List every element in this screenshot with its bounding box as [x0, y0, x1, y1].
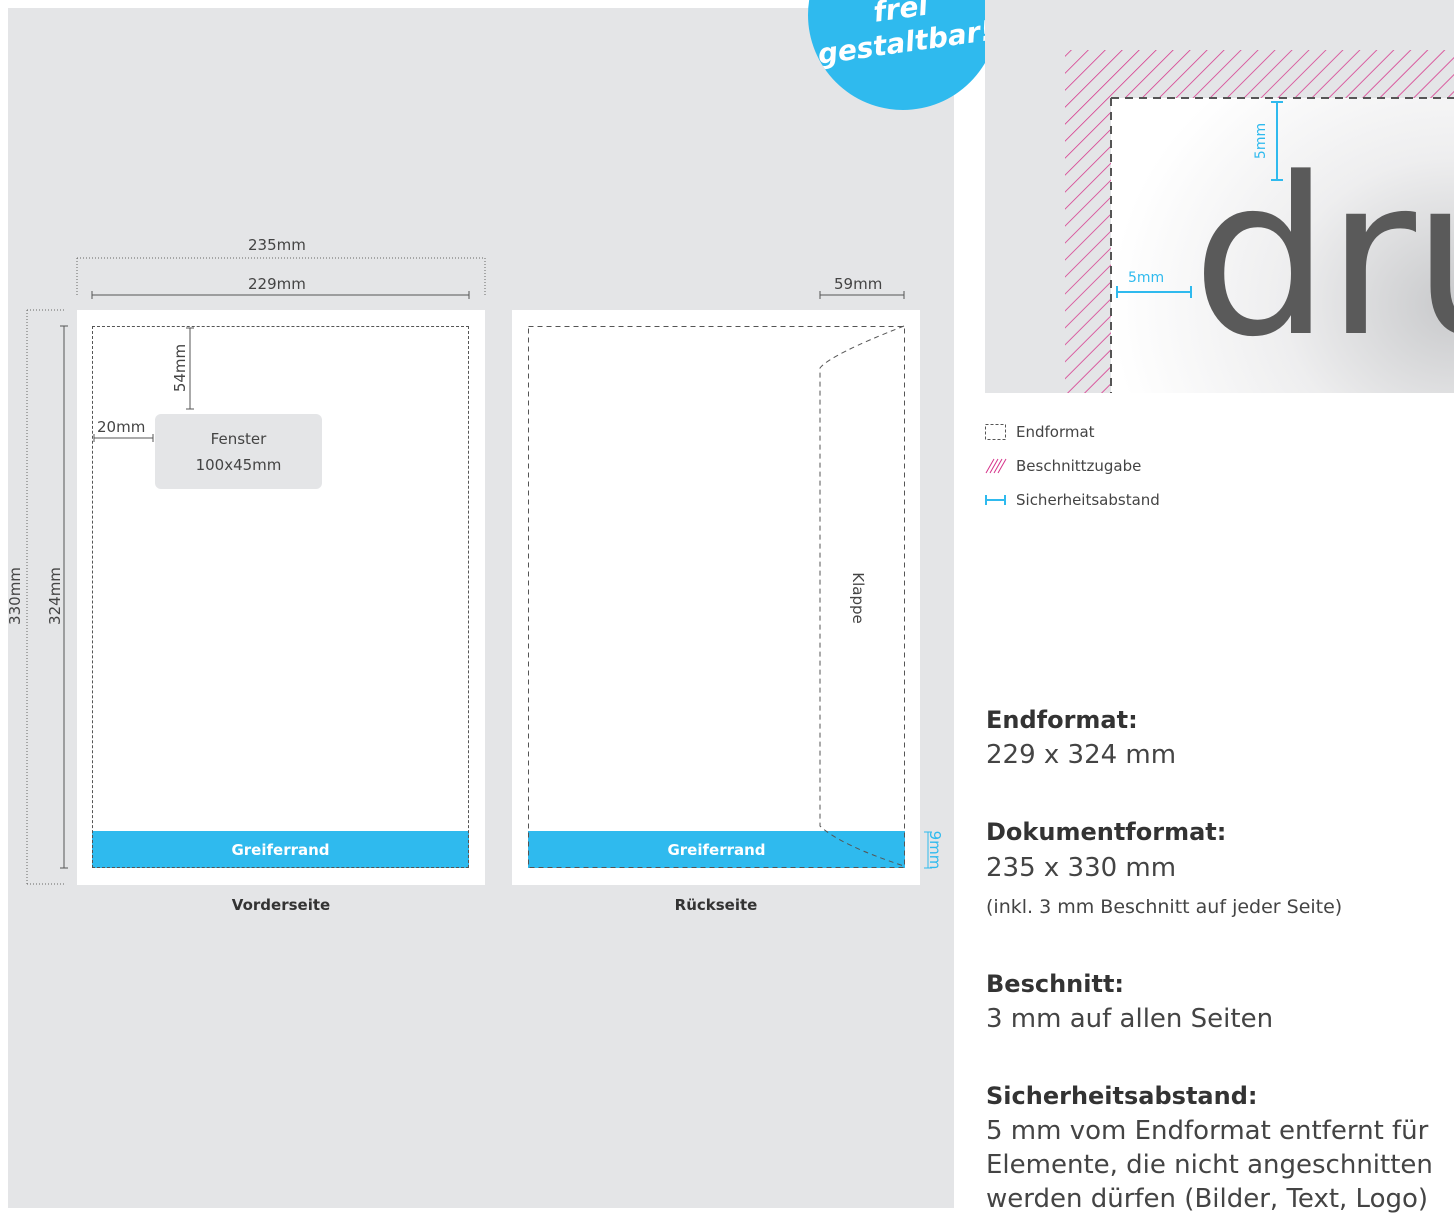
- back-outlines: [528, 291, 932, 869]
- legend-label: Sicherheitsabstand: [1016, 491, 1160, 509]
- sicherheitsabstand-line2: Elemente, die nicht angeschnitten: [986, 1150, 1433, 1180]
- beschnitt-value: 3 mm auf allen Seiten: [986, 1004, 1274, 1034]
- bleed-detail-illustration: 5mm 5mm dru: [985, 0, 1454, 393]
- dashed-box-icon: [985, 424, 1006, 440]
- legend-sicherheitsabstand: Sicherheitsabstand: [984, 491, 1160, 509]
- flap-label: Klappe: [849, 572, 867, 624]
- dim-flap: 59mm: [834, 275, 883, 293]
- legend-label: Beschnittzugabe: [1016, 457, 1142, 475]
- dokumentformat-title: Dokumentformat:: [986, 818, 1227, 846]
- endformat-value: 229 x 324 mm: [986, 740, 1177, 770]
- dokumentformat-note: (inkl. 3 mm Beschnitt auf jeder Seite): [986, 896, 1343, 918]
- safety-margin-icon: [985, 495, 1006, 505]
- dim-grip: 9mm: [926, 830, 944, 870]
- hatch-icon: [985, 458, 1007, 474]
- detail-dim-left: 5mm: [1128, 270, 1165, 286]
- sicherheitsabstand-line3: werden dürfen (Bilder, Text, Logo): [986, 1184, 1429, 1214]
- legend-endformat: Endformat: [984, 423, 1095, 441]
- legend-label: Endformat: [1016, 423, 1095, 441]
- legend-beschnittzugabe: Beschnittzugabe: [984, 457, 1141, 475]
- beschnitt-title: Beschnitt:: [986, 970, 1125, 998]
- dokumentformat-value: 235 x 330 mm: [986, 853, 1177, 883]
- detail-sample-text: dru: [1192, 132, 1454, 385]
- back-caption: Rückseite: [674, 896, 758, 914]
- endformat-title: Endformat:: [986, 706, 1138, 734]
- sicherheitsabstand-title: Sicherheitsabstand:: [986, 1082, 1258, 1110]
- sicherheitsabstand-line1: 5 mm vom Endformat entfernt für: [986, 1116, 1429, 1146]
